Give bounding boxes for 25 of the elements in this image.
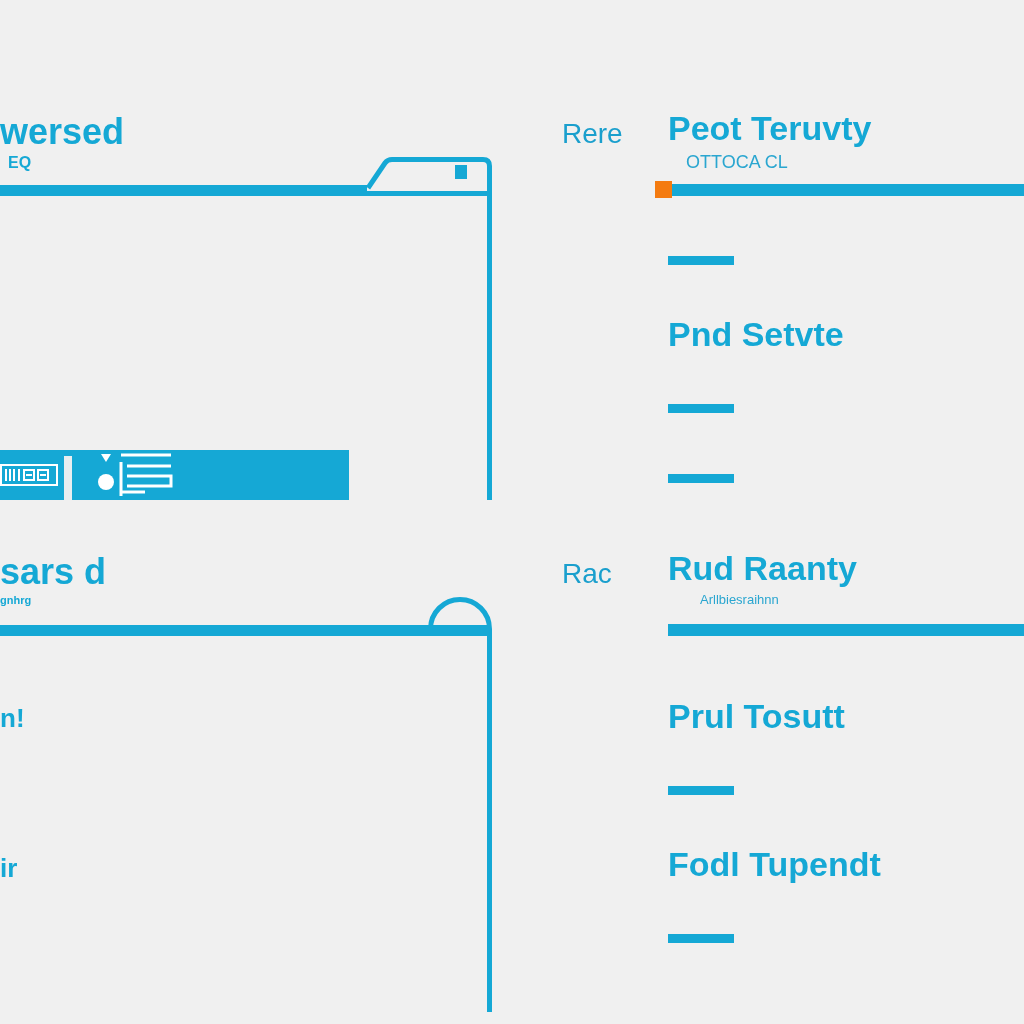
placeholder-bar [668, 255, 734, 265]
panel-subtitle: gnhrg [0, 594, 32, 607]
panel-title: sars d [0, 552, 107, 592]
section-heading: Fodl Tupendt [668, 844, 881, 884]
striped-box-icon[interactable] [0, 464, 58, 486]
panel-subtitle: EQ [7, 154, 32, 172]
side-label: Rere [562, 118, 623, 150]
panel-title: wersed [0, 112, 125, 152]
arch-tab[interactable] [428, 597, 492, 636]
detail-subtitle: OTTOCA CL [686, 152, 788, 172]
placeholder-bar [668, 933, 734, 943]
detail-title: Peot Teruvty [668, 108, 872, 148]
list-label: ir [0, 853, 18, 883]
placeholder-bar [668, 403, 734, 413]
placeholder-bar [668, 785, 734, 795]
circle-list-icon[interactable] [95, 452, 175, 498]
folder-tab[interactable] [367, 157, 492, 196]
side-label: Rac [562, 558, 612, 590]
detail-subtitle: Arllbiesraihnn [700, 592, 779, 607]
square-icon [455, 165, 467, 179]
placeholder-bar [668, 473, 734, 483]
detail-title: Rud Raanty [668, 548, 857, 588]
list-label: n! [0, 703, 25, 733]
section-heading: Prul Tosutt [668, 696, 845, 736]
section-heading: Pnd Setvte [668, 314, 844, 354]
